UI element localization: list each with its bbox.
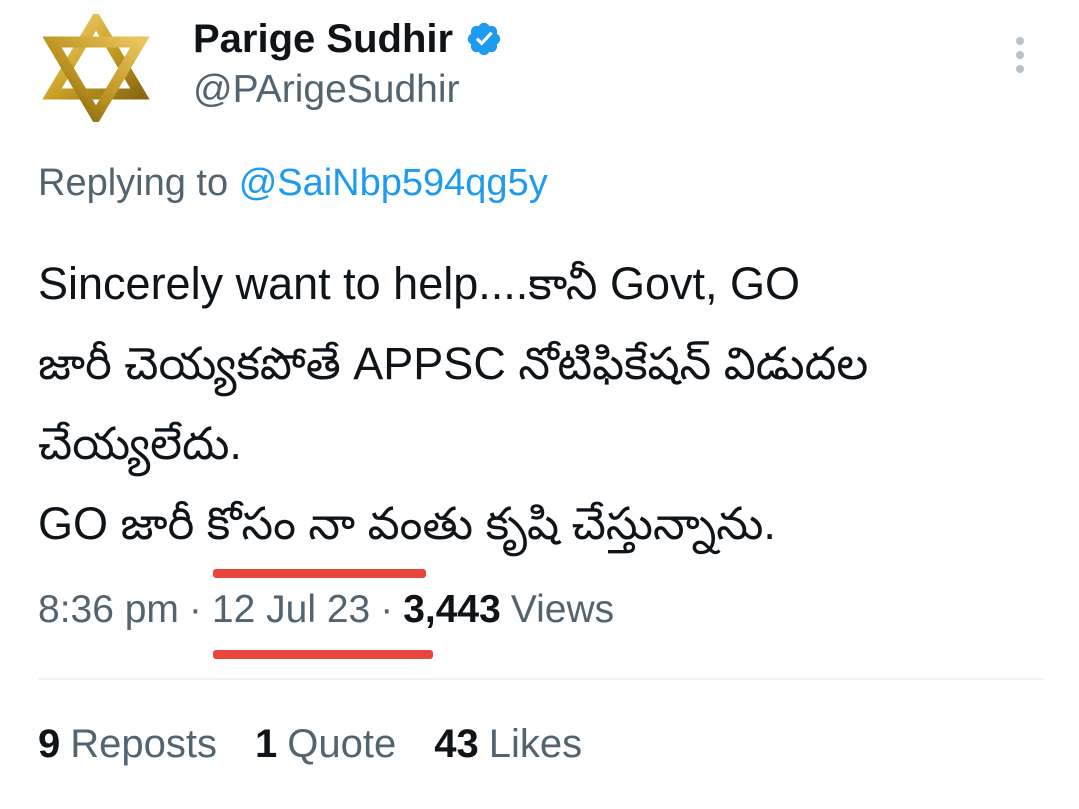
star-of-david-icon <box>42 14 150 122</box>
tweet-meta: 8:36 pm · 12 Jul 23 · 3,443 Views <box>38 588 614 632</box>
avatar[interactable] <box>42 14 150 122</box>
tweet-text-line: జారీ చెయ్యకపోతే APPSC నోటిఫికేషన్ విడుదల <box>38 338 869 389</box>
tweet-text: Sincerely want to help....కానీ Govt, GO … <box>38 244 1048 564</box>
reposts-count: 9 <box>38 722 61 766</box>
tweet-text-line: GO జారీ కోసం నా వంతు కృషి చేస్తున్నాను. <box>38 498 776 549</box>
annotation-underline-top <box>213 569 426 578</box>
likes-label: Likes <box>488 722 583 766</box>
tweet-time[interactable]: 8:36 pm <box>38 588 179 632</box>
divider <box>38 678 1044 680</box>
quotes-label: Quote <box>287 722 397 766</box>
quotes-stat[interactable]: 1 Quote <box>255 722 396 767</box>
verified-badge-icon[interactable] <box>465 20 503 58</box>
likes-count: 43 <box>434 722 479 766</box>
annotation-underline-bottom <box>213 650 433 659</box>
tweet-text-line: చేయ్యలేదు. <box>38 418 242 469</box>
views-count: 3,443 <box>403 588 501 631</box>
likes-stat[interactable]: 43 Likes <box>434 722 582 767</box>
replying-to: Replying to @SaiNbp594qg5y <box>38 162 548 205</box>
tweet-date[interactable]: 12 Jul 23 <box>212 588 370 632</box>
views-label: Views <box>510 588 615 631</box>
quotes-count: 1 <box>255 722 278 766</box>
replying-to-prefix: Replying to <box>38 162 229 204</box>
author-handle[interactable]: @PArigeSudhir <box>193 68 460 112</box>
more-vertical-icon[interactable] <box>1004 30 1036 80</box>
reposts-stat[interactable]: 9 Reposts <box>38 722 217 767</box>
tweet-text-line: Sincerely want to help....కానీ Govt, GO <box>38 258 801 309</box>
author-name-row: Parige Sudhir <box>193 14 503 64</box>
meta-separator: · <box>188 588 202 631</box>
author-display-name[interactable]: Parige Sudhir <box>193 17 453 62</box>
reposts-label: Reposts <box>70 722 217 766</box>
replying-to-mention-link[interactable]: @SaiNbp594qg5y <box>239 162 548 204</box>
meta-separator: · <box>380 588 394 631</box>
engagement-stats: 9 Reposts 1 Quote 43 Likes <box>38 722 620 767</box>
